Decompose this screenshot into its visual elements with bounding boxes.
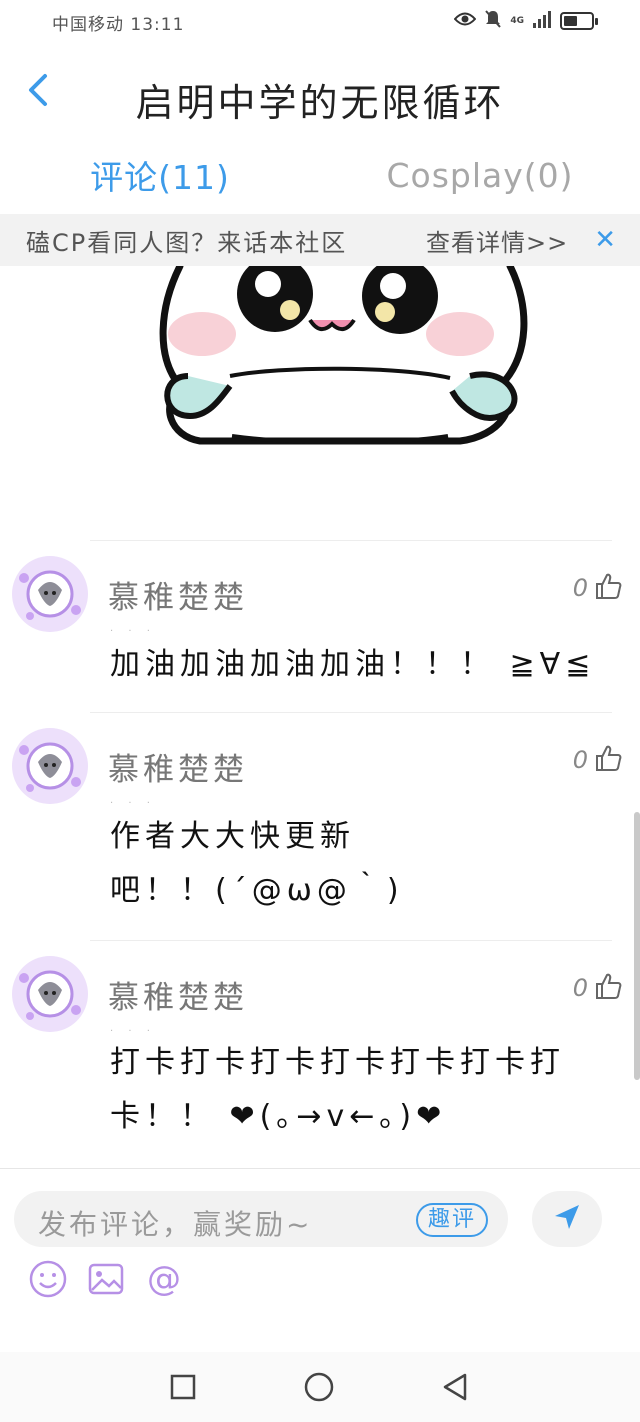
- comment-meta: · · ·: [110, 626, 156, 637]
- quping-button[interactable]: 趣评: [416, 1203, 488, 1237]
- like-button[interactable]: 0: [573, 972, 622, 1004]
- system-nav-bar: [0, 1352, 640, 1422]
- comment-input-placeholder[interactable]: 发布评论，赢奖励~: [38, 1203, 312, 1243]
- comment-item: 慕稚楚楚 · · · 0 打卡打卡打卡打卡打卡打卡打卡！！ ❤(｡→v←｡)❤: [0, 940, 640, 1166]
- comment-text: 加油加油加油加油！！！ ≧∀≦: [110, 647, 596, 682]
- close-icon[interactable]: ✕: [594, 227, 616, 253]
- mute-bell-icon: [484, 9, 502, 33]
- at-glyph: @: [147, 1259, 181, 1299]
- comment-composer: 发布评论，赢奖励~ 趣评 @: [0, 1168, 640, 1352]
- promo-banner[interactable]: 磕CP看同人图？来话本社区 查看详情>> ✕: [0, 214, 640, 266]
- like-button[interactable]: 0: [573, 572, 622, 604]
- tab-cosplay[interactable]: Cosplay(0): [320, 140, 640, 210]
- send-icon: [553, 1203, 581, 1235]
- page-title: 启明中学的无限循环: [135, 81, 505, 125]
- battery-fill: [564, 16, 577, 26]
- view-details-link[interactable]: 查看详情>>: [426, 223, 568, 258]
- promo-text[interactable]: 磕CP看同人图？来话本社区: [26, 223, 347, 258]
- status-icons: 4G: [453, 9, 598, 33]
- thumbs-up-icon: [594, 972, 622, 1004]
- thumbs-up-icon: [594, 744, 622, 776]
- username[interactable]: 慕稚楚楚: [108, 972, 248, 1017]
- image-icon[interactable]: [86, 1259, 126, 1299]
- signal-icon: [532, 10, 552, 32]
- comment-item: 慕稚楚楚 · · · 0 作者大大快更新吧！！(´@ω@｀): [0, 712, 640, 940]
- eye-icon: [453, 11, 477, 31]
- tab-bar: 评论(11) Cosplay(0): [0, 140, 640, 210]
- header: 启明中学的无限循环: [0, 44, 640, 148]
- divider: [90, 940, 612, 941]
- username[interactable]: 慕稚楚楚: [108, 744, 248, 789]
- avatar[interactable]: [12, 556, 88, 632]
- circle-icon[interactable]: [302, 1370, 336, 1404]
- scrollbar[interactable]: [634, 812, 640, 1080]
- comment-text: 作者大大快更新吧！！(´@ω@｀): [110, 819, 404, 908]
- avatar[interactable]: [12, 728, 88, 804]
- comment-item: 慕稚楚楚 · · · 0 加油加油加油加油！！！ ≧∀≦: [0, 540, 640, 712]
- carrier-time: 中国移动 13:11: [52, 15, 185, 35]
- avatar[interactable]: [12, 956, 88, 1032]
- like-count: 0: [572, 974, 588, 1002]
- username[interactable]: 慕稚楚楚: [108, 572, 248, 617]
- comment-meta: · · ·: [110, 798, 156, 809]
- triangle-back-icon[interactable]: [438, 1370, 472, 1404]
- emoji-icon[interactable]: [28, 1259, 68, 1299]
- square-icon[interactable]: [166, 1370, 200, 1404]
- like-button[interactable]: 0: [573, 744, 622, 776]
- battery-icon: [560, 12, 598, 30]
- composer-tools: @: [28, 1259, 184, 1299]
- comment-sticker-image: [140, 266, 590, 516]
- thumbs-up-icon: [594, 572, 622, 604]
- divider: [90, 712, 612, 713]
- comment-input[interactable]: 发布评论，赢奖励~ 趣评: [14, 1191, 508, 1247]
- like-count: 0: [572, 574, 588, 602]
- send-button[interactable]: [532, 1191, 602, 1247]
- like-count: 0: [572, 746, 588, 774]
- comment-text: 打卡打卡打卡打卡打卡打卡打卡！！ ❤(｡→v←｡)❤: [110, 1045, 565, 1134]
- network-label: 4G: [510, 16, 524, 26]
- at-icon[interactable]: @: [144, 1259, 184, 1299]
- divider: [90, 540, 612, 541]
- status-bar: 中国移动 13:11 4G: [0, 0, 640, 44]
- tab-comments[interactable]: 评论(11): [0, 140, 320, 210]
